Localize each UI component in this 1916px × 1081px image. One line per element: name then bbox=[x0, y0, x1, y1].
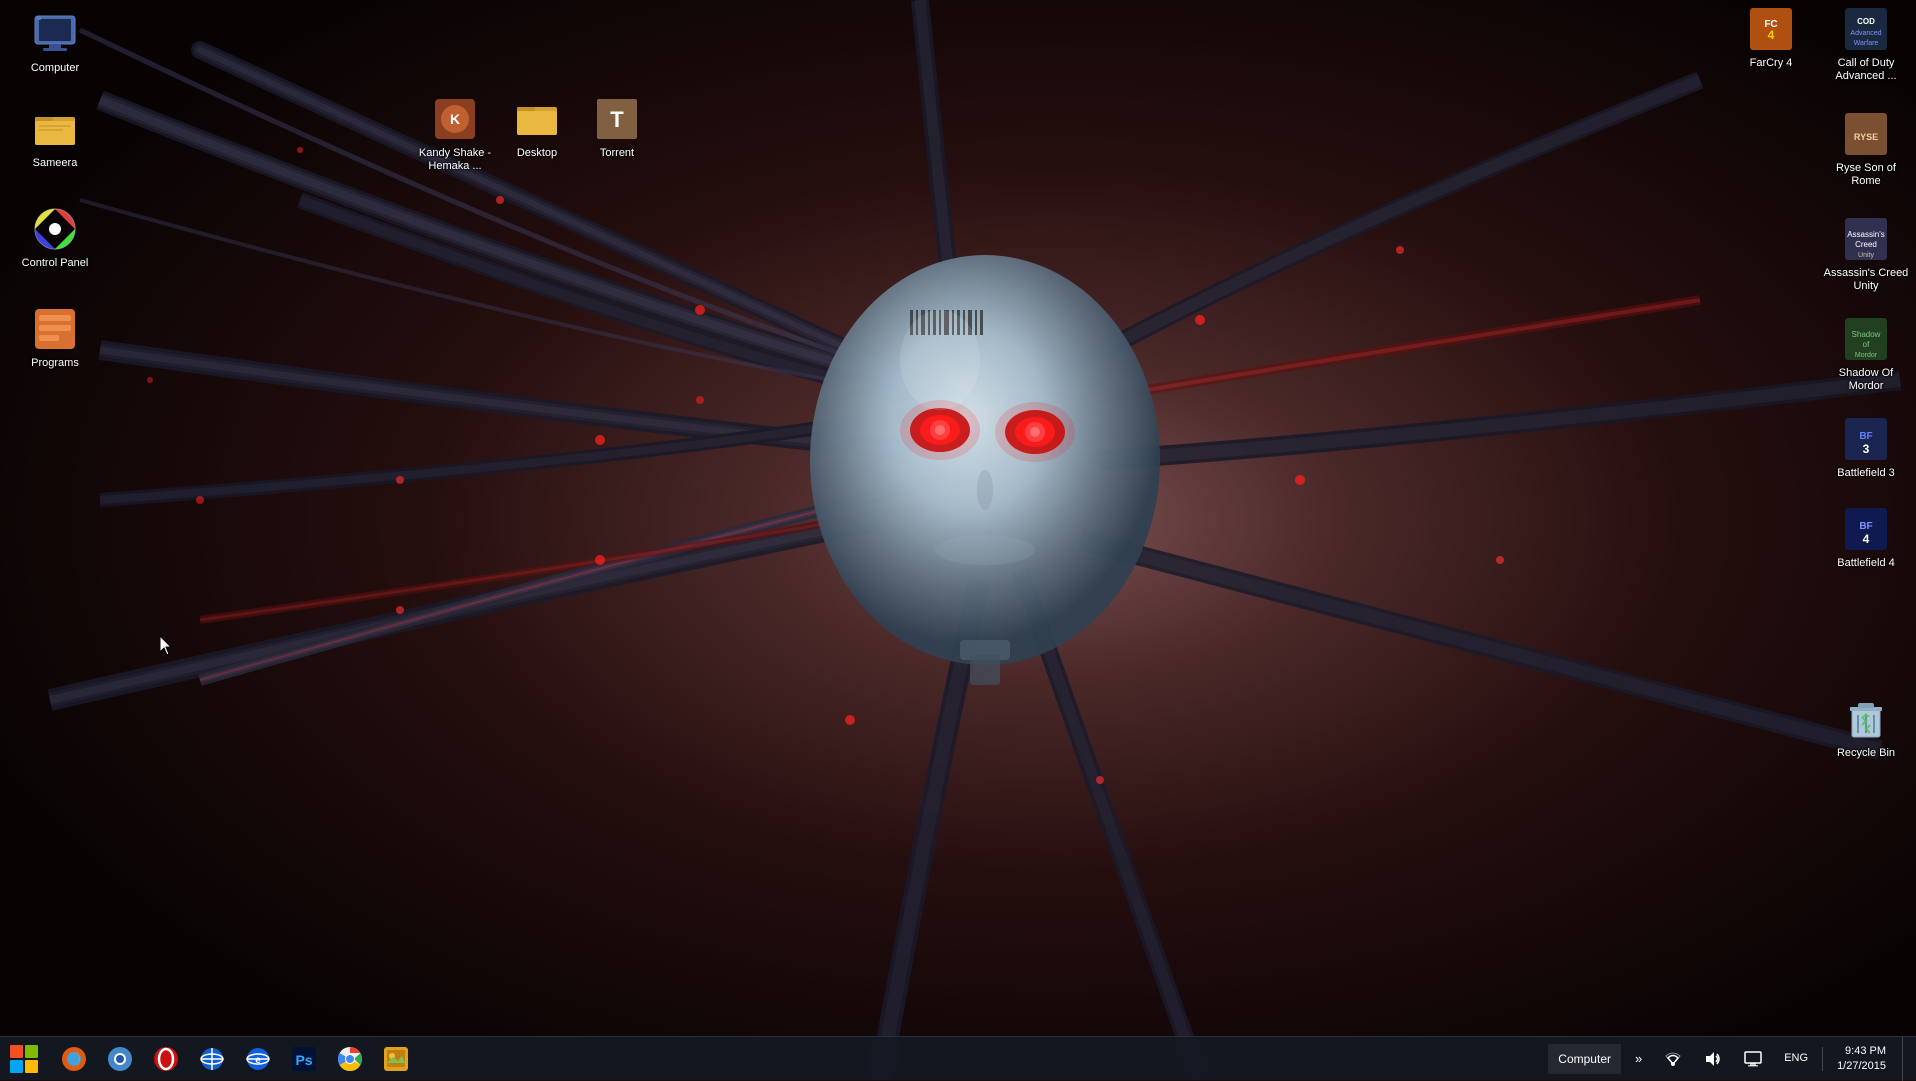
desktop-icon-recycle-bin[interactable]: Recycle Bin bbox=[1821, 695, 1911, 760]
icon-bf3-label: Battlefield 3 bbox=[1837, 467, 1894, 480]
desktop-icon-programs[interactable]: Programs bbox=[10, 305, 100, 370]
icon-sameera-label: Sameera bbox=[33, 157, 78, 170]
taskbar-apps: e Ps bbox=[52, 1037, 418, 1081]
tray-separator bbox=[1822, 1047, 1823, 1071]
icon-computer-label: Computer bbox=[31, 62, 79, 75]
desktop-icon-computer[interactable]: Computer bbox=[10, 10, 100, 75]
windows-logo bbox=[10, 1045, 38, 1073]
language-label: ENG bbox=[1784, 1051, 1808, 1065]
desktop-icon-ac-unity[interactable]: Assassin's Creed Unity Assassin's Creed … bbox=[1821, 215, 1911, 293]
icon-ryse-label: Ryse Son of Rome bbox=[1821, 162, 1911, 188]
taskbar-firefox[interactable] bbox=[52, 1037, 96, 1081]
icon-cod-label: Call of Duty Advanced ... bbox=[1821, 57, 1911, 83]
desktop-icon-ryse[interactable]: RYSE Ryse Son of Rome bbox=[1821, 110, 1911, 188]
svg-text:e: e bbox=[255, 1055, 261, 1066]
svg-text:Assassin's: Assassin's bbox=[1847, 230, 1885, 239]
desktop-icon-kandy-shake[interactable]: K Kandy Shake - Hemaka ... bbox=[410, 95, 500, 173]
svg-text:of: of bbox=[1863, 340, 1870, 349]
svg-text:Ps: Ps bbox=[295, 1052, 312, 1068]
desktop-icon-control-panel[interactable]: Control Panel bbox=[10, 205, 100, 270]
desktop-icon-shadow[interactable]: Shadow of Mordor Shadow Of Mordor bbox=[1821, 315, 1911, 393]
icon-farcry-label: FarCry 4 bbox=[1750, 57, 1793, 70]
svg-text:Unity: Unity bbox=[1858, 252, 1874, 259]
tray-expand[interactable]: » bbox=[1627, 1037, 1650, 1081]
taskbar: e Ps bbox=[0, 1036, 1916, 1080]
taskbar-chromium[interactable] bbox=[98, 1037, 142, 1081]
svg-text:RYSE: RYSE bbox=[1854, 132, 1878, 142]
icon-ac-label: Assassin's Creed Unity bbox=[1821, 267, 1911, 293]
icon-bf4-label: Battlefield 4 bbox=[1837, 557, 1894, 570]
icon-kandy-label: Kandy Shake - Hemaka ... bbox=[410, 147, 500, 173]
desktop-icon-sameera[interactable]: Sameera bbox=[10, 105, 100, 170]
clock-date: 1/27/2015 bbox=[1837, 1059, 1886, 1073]
desktop: Computer Sameera Control Panel bbox=[0, 0, 1916, 1080]
svg-text:Mordor: Mordor bbox=[1855, 352, 1878, 359]
desktop-icon-farcry4[interactable]: FC 4 FarCry 4 bbox=[1726, 5, 1816, 70]
system-tray: Computer » bbox=[1548, 1037, 1916, 1081]
icon-programs-label: Programs bbox=[31, 357, 79, 370]
svg-text:Advanced: Advanced bbox=[1850, 30, 1881, 37]
icon-shadow-label: Shadow Of Mordor bbox=[1821, 367, 1911, 393]
display-icon bbox=[1744, 1050, 1762, 1068]
desktop-icon-cod[interactable]: COD Advanced Warfare Call of Duty Advanc… bbox=[1821, 5, 1911, 83]
icon-torrent-label: Torrent bbox=[600, 147, 634, 160]
taskbar-browser4[interactable] bbox=[190, 1037, 234, 1081]
expand-tray-icon: » bbox=[1635, 1051, 1642, 1066]
svg-text:BF: BF bbox=[1859, 521, 1872, 532]
tray-network[interactable] bbox=[1656, 1037, 1690, 1081]
desktop-icon-bf3[interactable]: BF 3 Battlefield 3 bbox=[1821, 415, 1911, 480]
icon-cp-label: Control Panel bbox=[22, 257, 89, 270]
svg-text:Warfare: Warfare bbox=[1854, 40, 1879, 47]
volume-icon bbox=[1704, 1050, 1722, 1068]
computer-tray-label[interactable]: Computer bbox=[1548, 1044, 1621, 1074]
tray-clock[interactable]: 9:43 PM 1/27/2015 bbox=[1829, 1037, 1894, 1081]
svg-text:COD: COD bbox=[1857, 17, 1875, 26]
show-desktop-button[interactable] bbox=[1902, 1037, 1908, 1081]
svg-text:T: T bbox=[610, 107, 624, 132]
taskbar-chrome[interactable] bbox=[328, 1037, 372, 1081]
desktop-icon-bf4[interactable]: BF 4 Battlefield 4 bbox=[1821, 505, 1911, 570]
tray-language[interactable]: ENG bbox=[1776, 1037, 1816, 1081]
desktop-icon-desktop[interactable]: Desktop bbox=[492, 95, 582, 160]
svg-text:4: 4 bbox=[1768, 28, 1775, 42]
icon-recycle-label: Recycle Bin bbox=[1837, 747, 1895, 760]
svg-text:Creed: Creed bbox=[1855, 240, 1877, 249]
svg-text:3: 3 bbox=[1863, 442, 1870, 456]
svg-text:K: K bbox=[450, 111, 460, 127]
taskbar-opera[interactable] bbox=[144, 1037, 188, 1081]
start-button[interactable] bbox=[0, 1037, 48, 1081]
network-icon bbox=[1664, 1050, 1682, 1068]
svg-text:4: 4 bbox=[1863, 532, 1870, 546]
taskbar-app8[interactable] bbox=[374, 1037, 418, 1081]
clock-time: 9:43 PM bbox=[1845, 1044, 1886, 1058]
svg-text:BF: BF bbox=[1859, 431, 1872, 442]
icon-desktop-label: Desktop bbox=[517, 147, 557, 160]
svg-text:Shadow: Shadow bbox=[1852, 330, 1881, 339]
tray-display[interactable] bbox=[1736, 1037, 1770, 1081]
taskbar-ie[interactable]: e bbox=[236, 1037, 280, 1081]
desktop-icon-torrent[interactable]: T Torrent bbox=[572, 95, 662, 160]
tray-volume[interactable] bbox=[1696, 1037, 1730, 1081]
taskbar-photoshop[interactable]: Ps bbox=[282, 1037, 326, 1081]
